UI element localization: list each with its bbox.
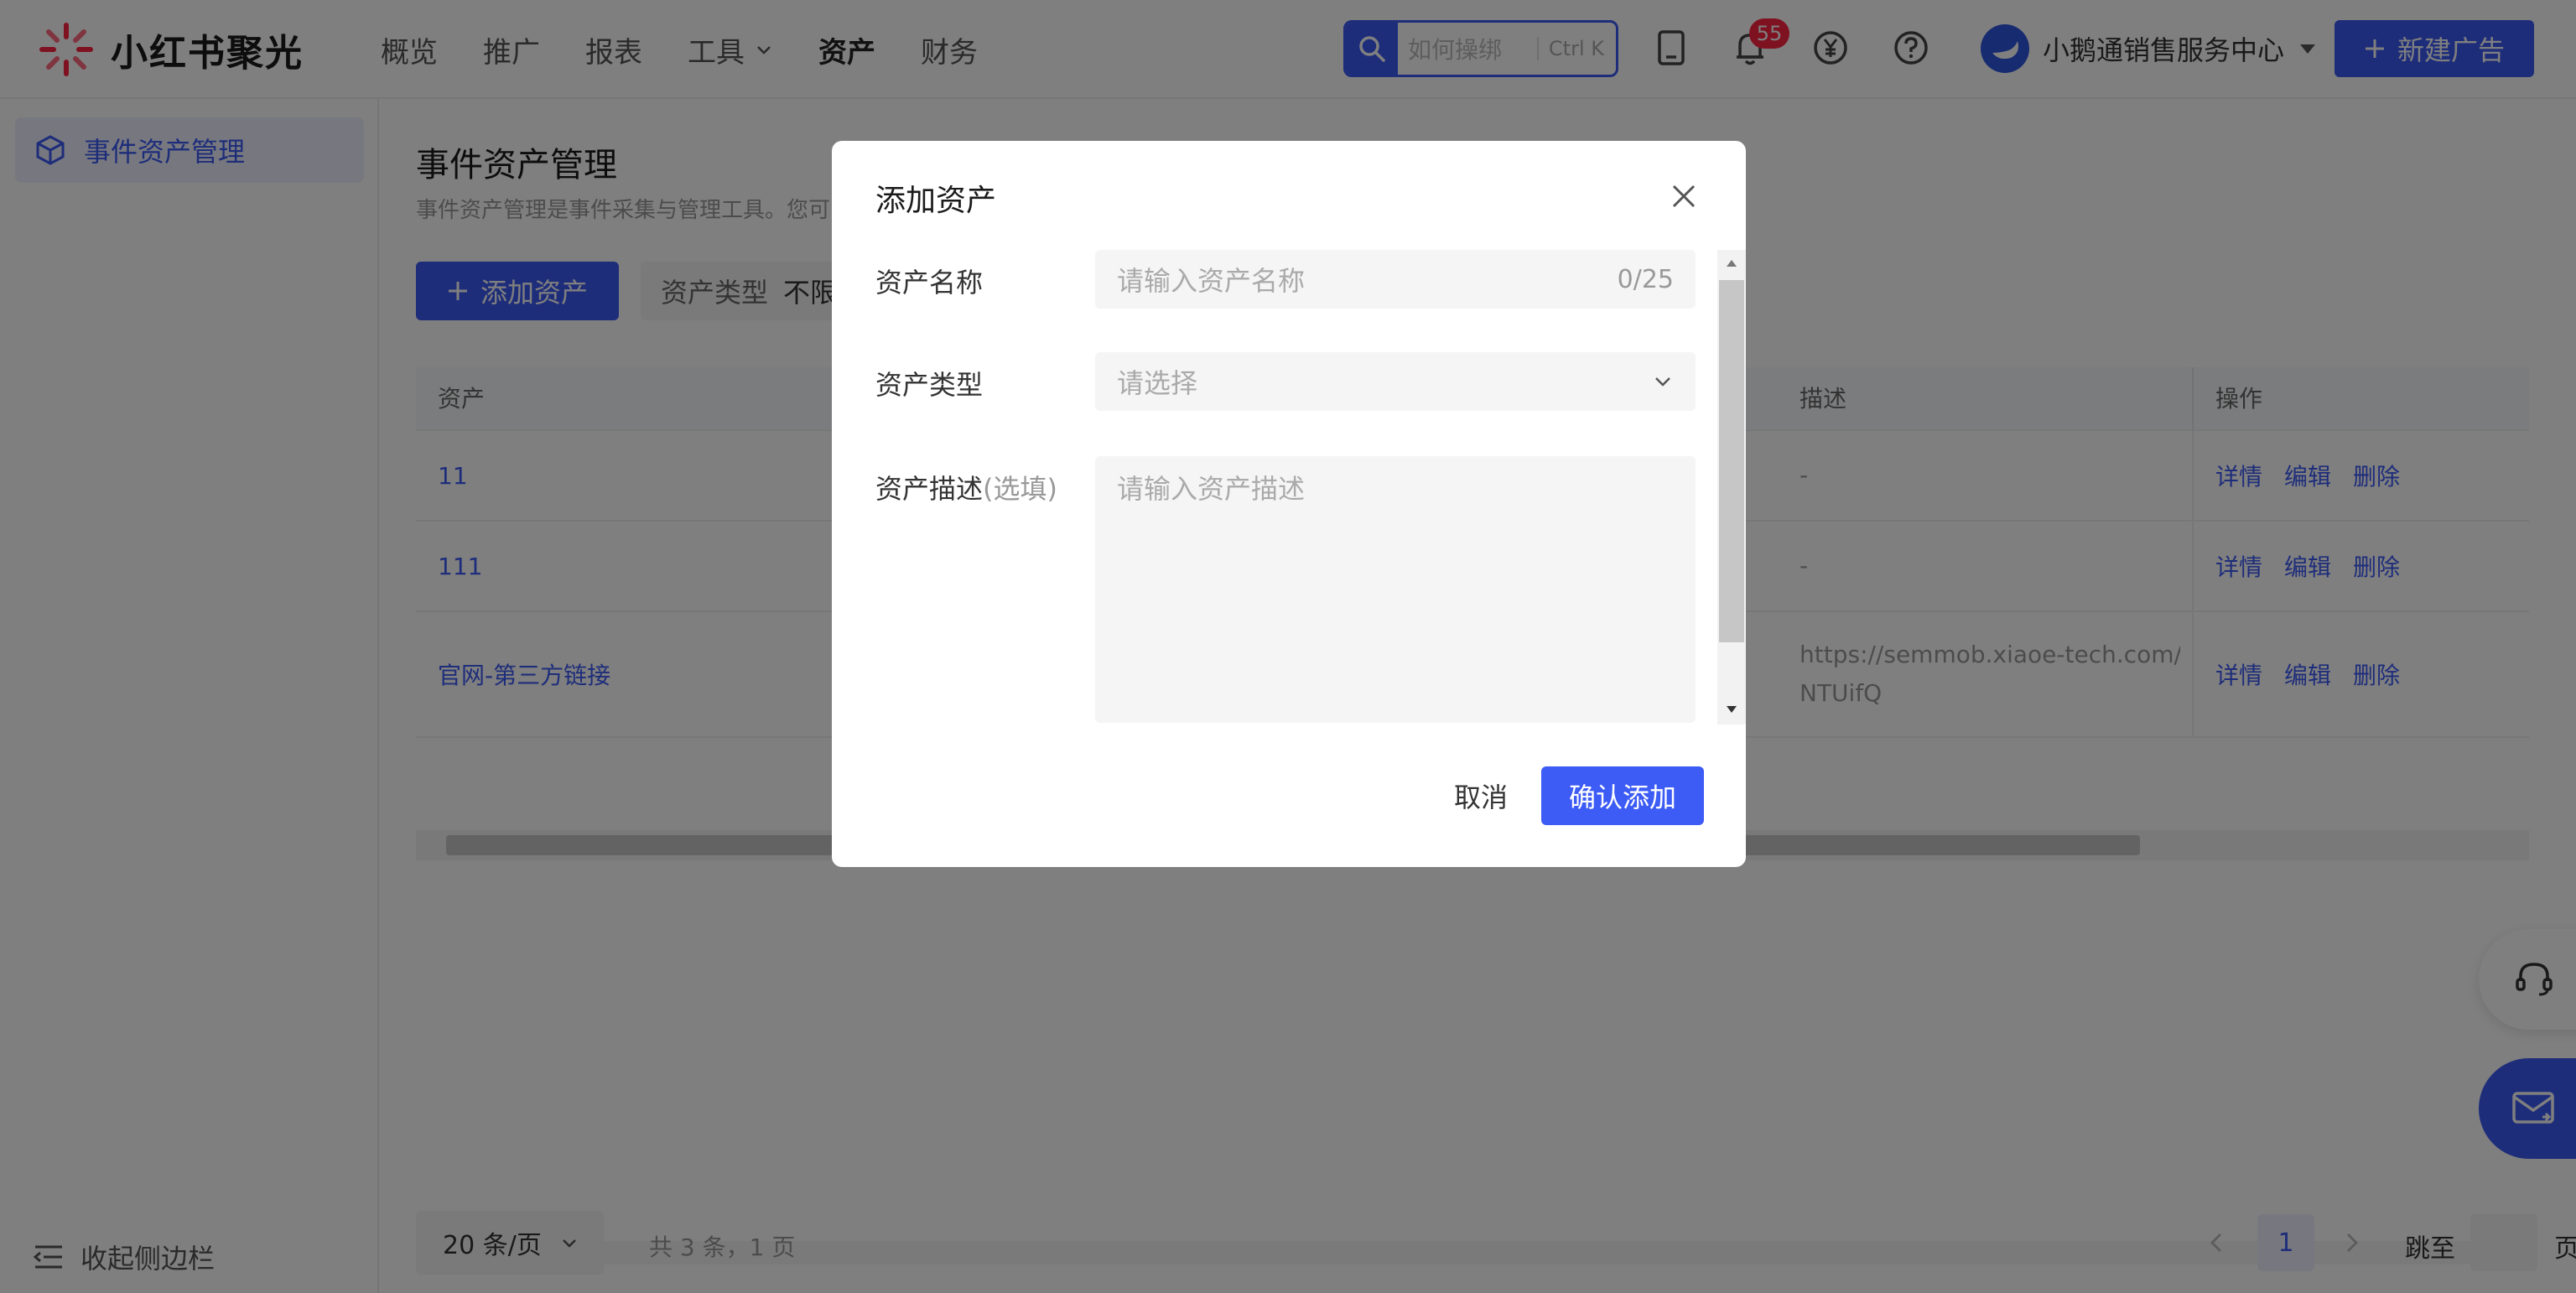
optional-hint: (选填) xyxy=(983,473,1057,505)
scroll-up-arrow-icon[interactable] xyxy=(1717,250,1746,275)
scrollbar-thumb[interactable] xyxy=(1719,280,1744,642)
asset-desc-placeholder: 请输入资产描述 xyxy=(1117,473,1306,505)
asset-type-select[interactable]: 请选择 xyxy=(1095,352,1696,411)
dialog-title: 添加资产 xyxy=(875,184,997,218)
scroll-down-arrow-icon[interactable] xyxy=(1717,698,1746,723)
char-counter: 0/25 xyxy=(1617,264,1674,294)
dialog-vertical-scrollbar[interactable] xyxy=(1717,250,1746,724)
asset-desc-label-text: 资产描述 xyxy=(875,473,984,505)
confirm-add-button[interactable]: 确认添加 xyxy=(1541,766,1704,825)
chevron-down-icon xyxy=(1655,377,1670,387)
asset-name-label: 资产名称 xyxy=(875,267,984,299)
asset-type-label: 资产类型 xyxy=(875,369,984,401)
asset-name-input[interactable]: 请输入资产名称 0/25 xyxy=(1095,250,1696,309)
asset-name-placeholder: 请输入资产名称 xyxy=(1117,265,1306,297)
asset-desc-textarea[interactable]: 请输入资产描述 xyxy=(1095,456,1696,723)
asset-desc-label: 资产描述(选填) xyxy=(875,468,1057,506)
close-icon[interactable] xyxy=(1670,183,1697,210)
add-asset-dialog: 添加资产 资产名称 请输入资产名称 0/25 资产类型 请选择 资产描述(选填)… xyxy=(832,141,1746,867)
cancel-button[interactable]: 取消 xyxy=(1427,766,1535,825)
asset-type-placeholder: 请选择 xyxy=(1117,367,1198,399)
